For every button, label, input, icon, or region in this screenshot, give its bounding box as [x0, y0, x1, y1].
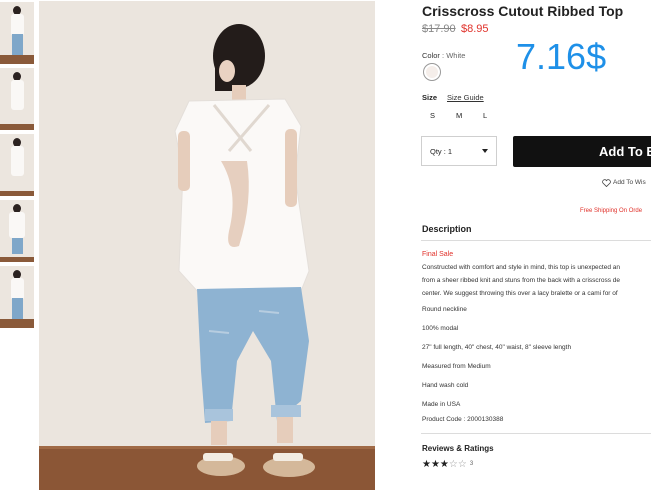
size-label: Size [422, 93, 438, 102]
quantity-select[interactable]: Qty : 1 [421, 136, 497, 166]
main-product-image[interactable] [39, 1, 375, 490]
thumb-floor [0, 124, 34, 130]
color-label: Color : White [422, 51, 465, 60]
divider [421, 433, 651, 434]
quantity-label: Qty : 1 [430, 147, 453, 156]
product-title: Crisscross Cutout Ribbed Top [422, 3, 624, 19]
divider [421, 240, 651, 241]
free-shipping-link[interactable]: Free Shipping On Orde [580, 208, 642, 214]
description-text-line-1: Constructed with comfort and style in mi… [422, 264, 620, 271]
thumb-figure-top [11, 278, 24, 300]
heart-icon [602, 179, 611, 188]
wishlist-label: Add To Wis [613, 179, 646, 186]
thumb-floor [0, 55, 34, 64]
star-empty-icon: ☆☆ [448, 459, 467, 470]
detail-origin: Made in USA [422, 401, 461, 408]
color-value: : White [442, 51, 466, 60]
description-text-line-2: from a sheer ribbed knit and stuns from … [422, 277, 620, 284]
thumb-floor [0, 257, 34, 262]
thumb-figure-legs [12, 298, 23, 320]
detail-measurements: 27" full length, 40" chest, 40" waist, 8… [422, 344, 572, 351]
review-count: 3 [469, 461, 474, 467]
overlay-price-annotation: 7.16$ [516, 36, 607, 77]
color-swatch-white[interactable] [423, 63, 441, 81]
detail-neckline: Round neckline [422, 306, 467, 313]
thumbnail-1[interactable] [0, 2, 34, 66]
thumbnail-4[interactable] [0, 200, 34, 264]
add-to-bag-button[interactable]: Add To B [513, 136, 651, 167]
star-rating[interactable]: ★★★☆☆ 3 [422, 459, 473, 470]
sale-price: $8.95 [461, 23, 489, 35]
thumbnail-2[interactable] [0, 68, 34, 132]
reviews-heading: Reviews & Ratings [422, 444, 494, 453]
thumb-figure-top [9, 212, 25, 238]
thumb-figure-top [11, 14, 24, 36]
detail-material: 100% modal [422, 325, 459, 332]
final-sale-label: Final Sale [422, 251, 454, 258]
thumb-figure-top [11, 146, 24, 176]
size-option-l[interactable]: L [483, 111, 487, 120]
thumb-figure-legs [12, 238, 23, 254]
thumb-floor [0, 319, 34, 328]
thumb-figure-top [11, 80, 24, 110]
product-code: Product Code : 2000130388 [422, 416, 504, 423]
detail-care: Hand wash cold [422, 382, 469, 389]
original-price: $17.90 [422, 23, 456, 35]
thumb-figure-legs [12, 34, 23, 56]
chevron-down-icon [482, 149, 488, 153]
size-option-m[interactable]: M [456, 111, 462, 120]
description-heading: Description [422, 224, 472, 234]
thumbnail-5[interactable] [0, 266, 34, 330]
color-label-text: Color [422, 51, 440, 60]
detail-measured-from: Measured from Medium [422, 363, 491, 370]
size-guide-link[interactable]: Size Guide [447, 93, 484, 102]
add-to-wishlist-link[interactable]: Add To Wis [602, 179, 646, 188]
thumbnail-3[interactable] [0, 134, 34, 198]
size-option-s[interactable]: S [430, 111, 435, 120]
description-text-line-3: center. We suggest throwing this over a … [422, 290, 618, 297]
star-filled-icon: ★★★ [422, 459, 449, 470]
add-to-bag-label: Add To B [599, 144, 651, 159]
thumb-floor [0, 191, 34, 196]
model-photo [39, 1, 375, 490]
